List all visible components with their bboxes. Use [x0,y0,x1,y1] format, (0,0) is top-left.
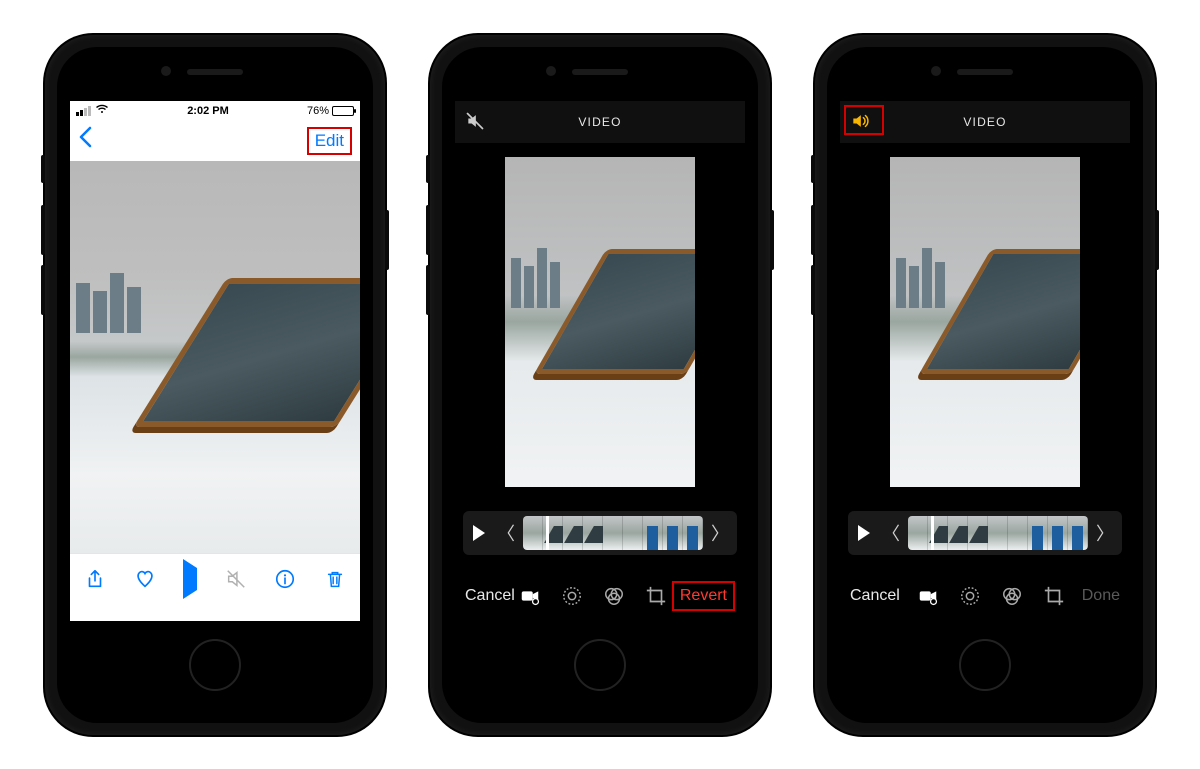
bottom-toolbar [70,553,360,605]
filters-icon[interactable] [603,585,625,607]
phone-edit-muted: VIDEO 〈 〉 Cancel [430,35,770,735]
edit-toolbar: Cancel Revert [455,571,745,621]
trim-scrubber[interactable]: 〈 〉 [848,511,1122,555]
scrubber-playhead[interactable] [931,516,934,550]
phone-viewer: 2:02 PM 76% Edit [45,35,385,735]
trim-handle-right[interactable]: 〉 [709,520,731,546]
trim-scrubber[interactable]: 〈 〉 [463,511,737,555]
status-time: 2:02 PM [187,105,229,117]
sound-toggle-icon[interactable] [465,111,485,136]
preview-buildings [896,242,945,308]
adjust-icon[interactable] [959,585,981,607]
screen-video-edit: VIDEO 〈 〉 Cancel [840,101,1130,621]
hw-volume-down [41,265,45,315]
front-camera [931,66,941,76]
preview-buildings [511,242,560,308]
revert-button[interactable]: Revert [672,581,735,611]
scrubber-playhead[interactable] [546,516,549,550]
trim-handle-left[interactable]: 〈 [495,520,517,546]
video-mode-icon[interactable] [917,585,939,607]
trim-handle-right[interactable]: 〉 [1094,520,1116,546]
front-camera [161,66,171,76]
nav-bar: Edit [70,121,360,161]
crop-icon[interactable] [645,585,667,607]
edit-header: VIDEO [455,101,745,143]
video-mode-icon[interactable] [519,585,541,607]
cancel-button[interactable]: Cancel [850,587,900,605]
screen-photos-viewer: 2:02 PM 76% Edit [70,101,360,621]
video-preview[interactable] [505,157,695,487]
screen-video-edit: VIDEO 〈 〉 Cancel [455,101,745,621]
hw-power [385,210,389,270]
adjust-icon[interactable] [561,585,583,607]
trim-play-icon[interactable] [473,525,485,541]
share-icon[interactable] [84,568,106,590]
crop-icon[interactable] [1043,585,1065,607]
hw-volume-down [811,265,815,315]
front-camera [546,66,556,76]
earpiece [957,69,1013,75]
hw-volume-up [41,205,45,255]
back-button[interactable] [78,126,92,155]
play-icon[interactable] [183,568,197,591]
trash-icon[interactable] [324,568,346,590]
hw-power [770,210,774,270]
edit-header: VIDEO [840,101,1130,143]
hw-mute-switch [426,155,430,183]
phone-edit-unmuted: VIDEO 〈 〉 Cancel [815,35,1155,735]
trim-play-icon[interactable] [858,525,870,541]
favorite-icon[interactable] [134,568,156,590]
cellular-icon [76,106,91,116]
battery-pct: 76% [307,105,329,117]
edit-toolbar: Cancel Done [840,571,1130,621]
battery-indicator: 76% [307,105,354,117]
home-button[interactable] [574,639,626,691]
status-bar: 2:02 PM 76% [70,101,360,121]
hw-power [1155,210,1159,270]
earpiece [572,69,628,75]
cancel-button[interactable]: Cancel [465,587,515,605]
wifi-icon [95,104,109,117]
info-icon[interactable] [274,568,296,590]
filmstrip[interactable] [908,516,1088,550]
edit-mode-title: VIDEO [963,115,1006,129]
home-button[interactable] [959,639,1011,691]
filmstrip[interactable] [523,516,703,550]
filters-icon[interactable] [1001,585,1023,607]
earpiece [187,69,243,75]
sound-toggle-icon[interactable] [850,111,870,136]
hw-volume-down [426,265,430,315]
video-preview[interactable] [890,157,1080,487]
photo-boat-window [134,278,360,427]
photo-buildings [76,255,141,333]
edit-button[interactable]: Edit [307,127,352,155]
hw-volume-up [426,205,430,255]
home-button[interactable] [189,639,241,691]
edit-mode-title: VIDEO [578,115,621,129]
mute-icon[interactable] [225,568,247,590]
media-preview[interactable] [70,161,360,553]
hw-mute-switch [811,155,815,183]
done-button[interactable]: Done [1082,587,1120,605]
hw-volume-up [811,205,815,255]
trim-handle-left[interactable]: 〈 [880,520,902,546]
hw-mute-switch [41,155,45,183]
